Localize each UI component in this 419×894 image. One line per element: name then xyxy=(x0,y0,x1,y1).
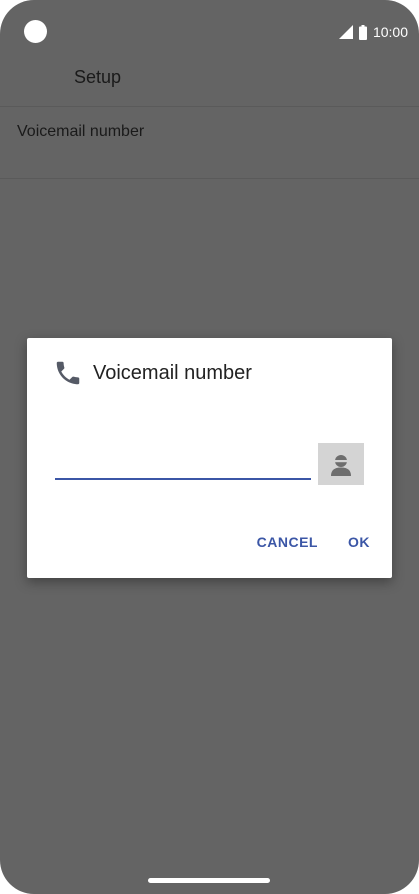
settings-item-label: Voicemail number xyxy=(17,123,145,140)
app-bar: Setup xyxy=(0,62,419,107)
voicemail-number-input[interactable] xyxy=(55,448,311,480)
status-bar: 10:00 xyxy=(0,0,419,62)
status-indicators: 10:00 xyxy=(338,22,408,42)
phone-screen: 10:00 Setup Voicemail number Voicemail n… xyxy=(0,0,419,894)
voicemail-number-dialog: Voicemail number CANCEL OK xyxy=(27,338,392,578)
settings-item-voicemail-number[interactable]: Voicemail number xyxy=(0,106,419,179)
page-title: Setup xyxy=(74,67,122,87)
battery-icon xyxy=(358,24,367,40)
status-time: 10:00 xyxy=(372,24,408,40)
camera-cutout xyxy=(24,20,47,43)
dialog-title: Voicemail number xyxy=(93,362,252,384)
contact-icon xyxy=(331,455,351,476)
signal-icon xyxy=(338,25,353,39)
home-indicator[interactable] xyxy=(148,878,270,883)
dialog-actions: CANCEL OK xyxy=(255,532,372,552)
cancel-button[interactable]: CANCEL xyxy=(255,532,320,552)
back-button[interactable] xyxy=(10,64,50,104)
ok-button[interactable]: OK xyxy=(346,532,372,552)
phone-icon xyxy=(56,361,80,385)
pick-contact-button[interactable] xyxy=(318,443,364,485)
